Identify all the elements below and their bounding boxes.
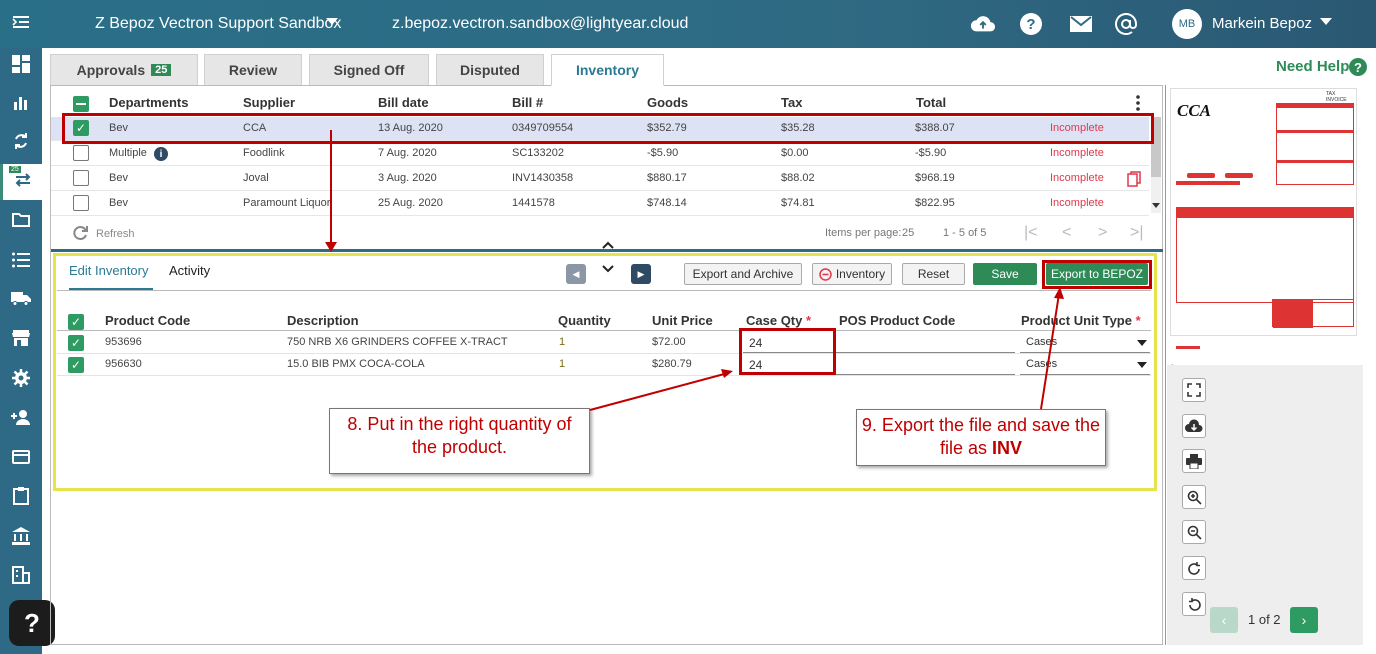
tab-inventory-label: Inventory	[575, 62, 639, 78]
rotate-clockwise-icon[interactable]	[1182, 556, 1206, 580]
invoice-title: TAX INVOICE	[1326, 91, 1347, 103]
arrow-step-9	[1040, 293, 1060, 410]
print-icon[interactable]	[1182, 449, 1206, 473]
rotate-counterclockwise-icon[interactable]	[1182, 592, 1206, 616]
arrowhead	[721, 369, 733, 378]
viewer-next-page-button[interactable]: ›	[1290, 607, 1318, 633]
zoom-in-icon[interactable]	[1182, 485, 1206, 509]
download-cloud-icon[interactable]	[1182, 414, 1206, 438]
tab-inventory[interactable]: Inventory	[551, 54, 664, 86]
invoice-preview[interactable]: CCA TAX INVOICE	[1170, 88, 1357, 349]
supplier-logo: CCA	[1177, 101, 1212, 120]
invoice-bar	[1176, 181, 1240, 185]
viewer-page-indicator: 1 of 2	[1248, 612, 1281, 627]
invoice-red-tag	[1225, 173, 1253, 178]
arrow-step-8	[589, 372, 729, 411]
invoice-red-tag	[1187, 173, 1215, 178]
zoom-out-icon[interactable]	[1182, 520, 1206, 544]
fullscreen-icon[interactable]	[1182, 378, 1206, 402]
arrowhead	[1054, 287, 1064, 299]
invoice-footer-mark	[1176, 346, 1200, 349]
arrowhead	[325, 242, 337, 252]
invoice-header-box	[1276, 103, 1354, 185]
invoice-line-items	[1176, 207, 1354, 303]
invoice-totals	[1272, 299, 1354, 328]
viewer-prev-page-button[interactable]: ‹	[1210, 607, 1238, 633]
